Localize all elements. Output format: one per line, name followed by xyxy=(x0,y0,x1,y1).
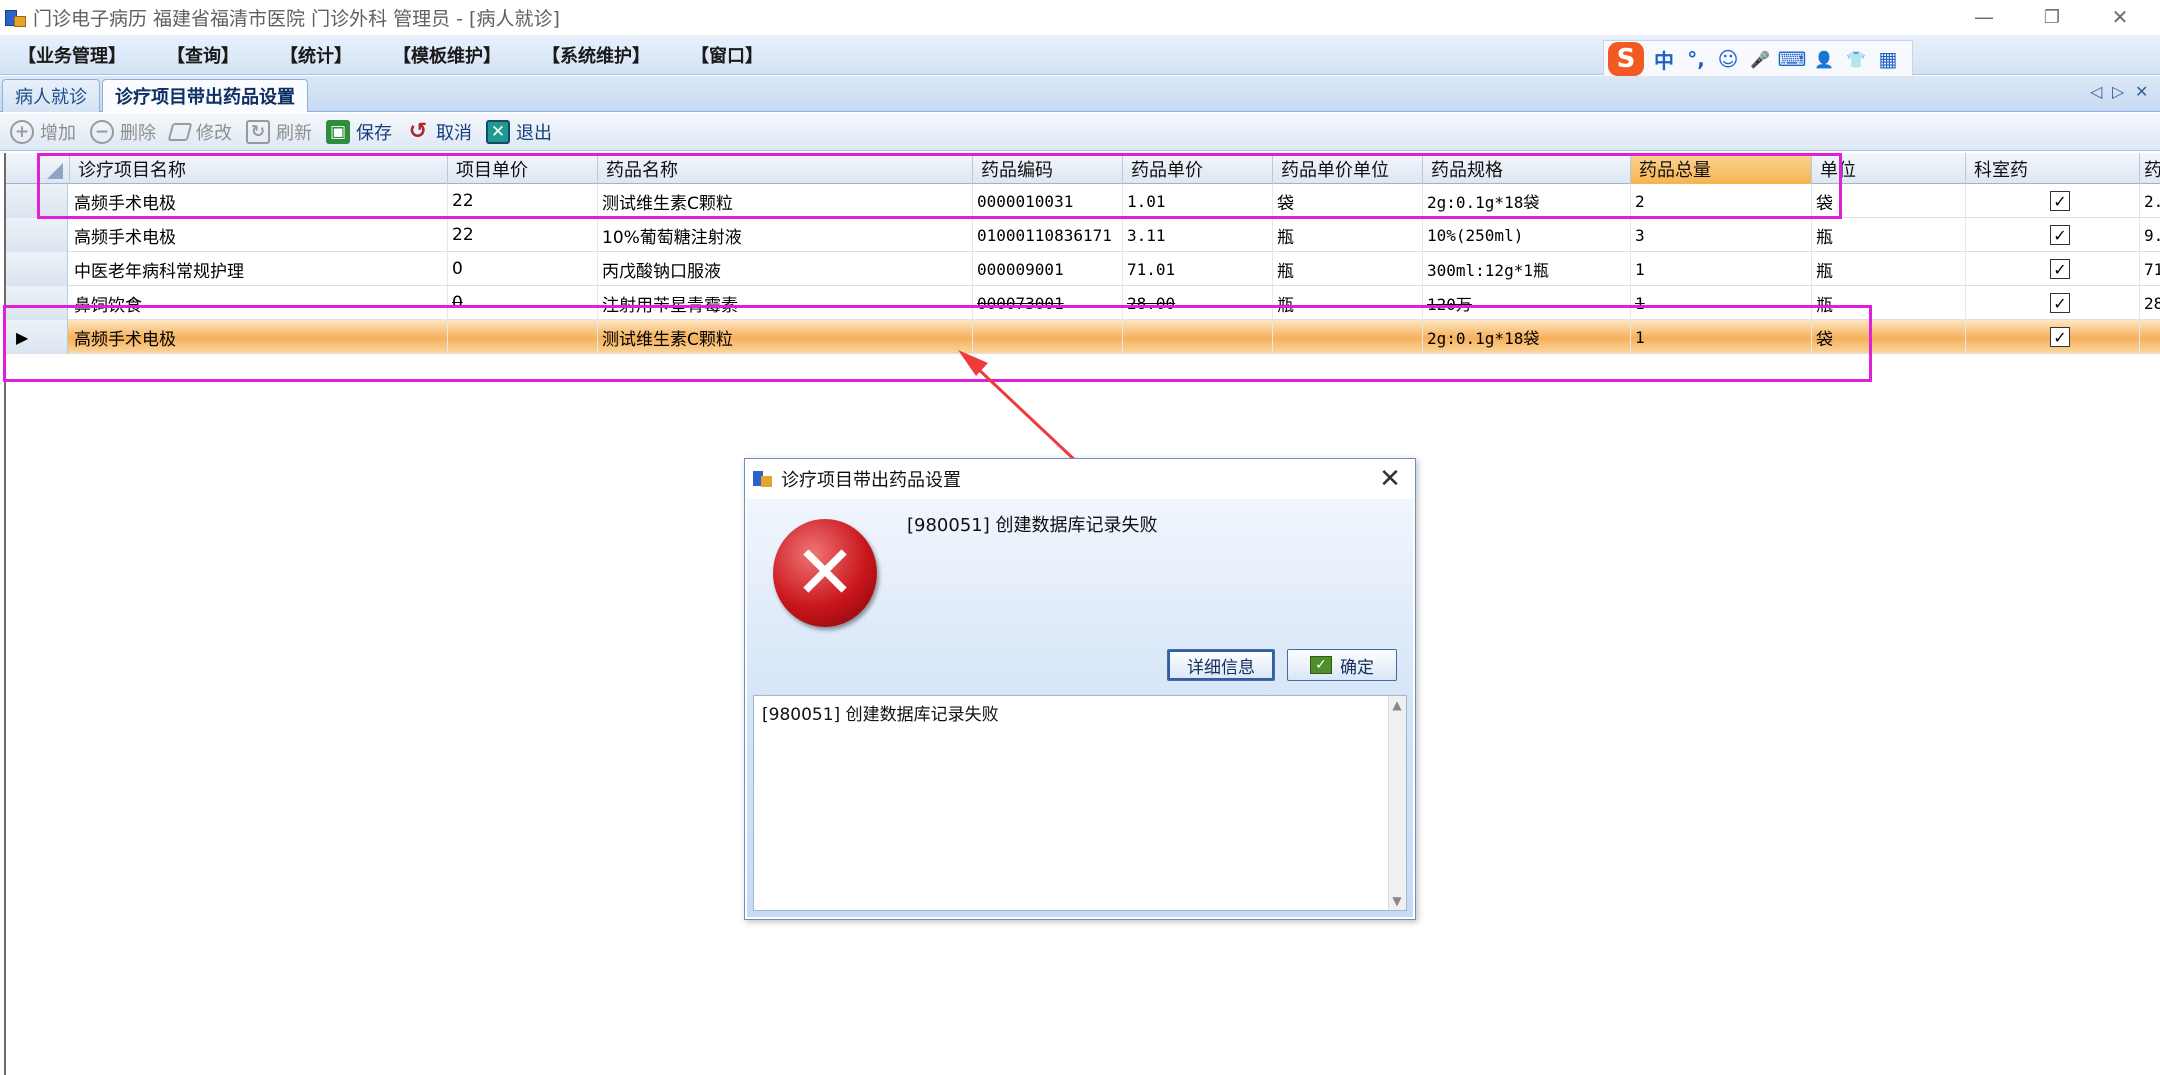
dialog-app-icon xyxy=(753,469,773,489)
error-dialog: 诊疗项目带出药品设置 ✕ ✕ [980051] 创建数据库记录失败 详细信息 ✓… xyxy=(744,458,1416,920)
scroll-up-icon[interactable]: ▲ xyxy=(1388,696,1406,714)
dialog-body: ✕ [980051] 创建数据库记录失败 详细信息 ✓ 确定 [980051] … xyxy=(747,499,1413,917)
error-detail-textarea[interactable]: [980051] 创建数据库记录失败 ▲ ▼ xyxy=(753,695,1407,911)
scroll-down-icon[interactable]: ▼ xyxy=(1388,892,1406,910)
detail-scrollbar[interactable]: ▲ ▼ xyxy=(1388,696,1406,910)
error-detail-text: [980051] 创建数据库记录失败 xyxy=(762,705,999,725)
dialog-title: 诊疗项目带出药品设置 xyxy=(781,470,961,491)
ok-button[interactable]: ✓ 确定 xyxy=(1287,649,1397,681)
error-icon: ✕ xyxy=(773,519,877,627)
details-button[interactable]: 详细信息 xyxy=(1167,649,1275,681)
error-cross-glyph: ✕ xyxy=(793,530,856,616)
dialog-close-icon[interactable]: ✕ xyxy=(1375,464,1405,494)
dialog-title-bar: 诊疗项目带出药品设置 ✕ xyxy=(745,459,1415,499)
ok-check-icon: ✓ xyxy=(1310,656,1332,674)
dialog-message: [980051] 创建数据库记录失败 xyxy=(907,515,1158,536)
